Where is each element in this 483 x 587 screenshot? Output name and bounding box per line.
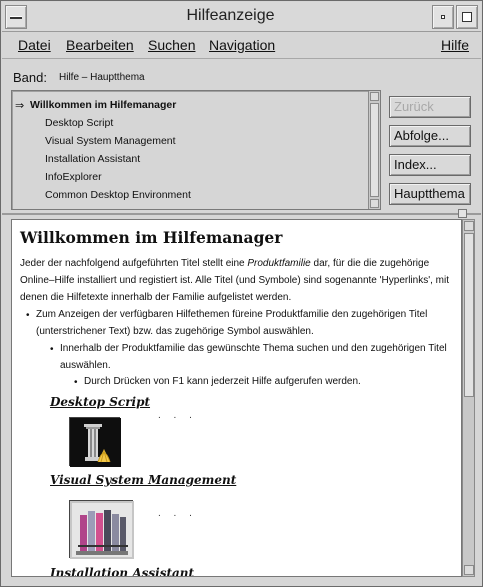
pane-sash-handle[interactable] <box>458 209 467 218</box>
link-visual-system-management[interactable]: Visual System Management <box>50 473 236 487</box>
intro-text-1: Jeder der nachfolgend aufgeführten Titel… <box>20 258 248 269</box>
minimize-icon <box>441 15 445 19</box>
scroll-down-arrow-icon[interactable] <box>370 199 379 208</box>
window-menu-icon <box>10 15 22 19</box>
title-bar[interactable]: Hilfeanzeige <box>2 2 481 32</box>
content-heading: Willkommen im Hilfemanager <box>20 228 283 247</box>
window-menu-button[interactable] <box>5 5 27 29</box>
topic-list-scroll-thumb[interactable] <box>370 103 379 197</box>
topic-item-visual-system-management[interactable]: Visual System Management <box>45 135 176 147</box>
visual-system-management-books-icon[interactable] <box>69 500 134 559</box>
scroll-up-arrow-icon[interactable] <box>370 92 379 101</box>
menu-bearbeiten[interactable]: Bearbeiten <box>66 37 134 53</box>
bullet-text-3: Durch Drücken von F1 kann jederzeit Hilf… <box>84 376 361 387</box>
link-installation-assistant[interactable]: Installation Assistant <box>50 566 194 576</box>
content-scroll-thumb[interactable] <box>464 233 474 397</box>
bullet-icon: • <box>50 344 54 355</box>
topic-list[interactable]: ⇒ Willkommen im Hilfemanager Desktop Scr… <box>11 90 381 210</box>
topic-item-infoexplorer[interactable]: InfoExplorer <box>45 171 102 183</box>
zurueck-button[interactable]: Zurück <box>389 96 471 118</box>
maximize-button[interactable] <box>456 5 478 29</box>
menu-navigation[interactable]: Navigation <box>209 37 275 53</box>
band-value: Hilfe – Hauptthema <box>59 72 145 83</box>
bullet-icon: • <box>26 310 30 321</box>
topic-item-installation-assistant[interactable]: Installation Assistant <box>45 153 140 165</box>
current-topic-arrow-icon: ⇒ <box>15 100 25 112</box>
bullet-text-1: Zum Anzeigen der verfügbaren Hilfethemen… <box>36 309 428 337</box>
topic-list-scrollbar[interactable] <box>368 91 380 209</box>
hauptthema-button[interactable]: Hauptthema <box>389 183 471 205</box>
content-scrollbar[interactable] <box>462 219 475 577</box>
topic-item-willkommen[interactable]: Willkommen im Hilfemanager <box>30 99 176 111</box>
bullet-text-2: Innerhalb der Produktfamilie das gewünsc… <box>60 343 447 371</box>
minimize-button[interactable] <box>432 5 454 29</box>
scroll-up-arrow-icon[interactable] <box>464 221 474 231</box>
intro-emphasis: Produktfamilie <box>247 258 311 269</box>
help-content-pane: Willkommen im Hilfemanager Jeder der nac… <box>11 219 462 577</box>
menu-bar: Datei Bearbeiten Suchen Navigation Hilfe <box>2 33 481 59</box>
topic-item-desktop-script[interactable]: Desktop Script <box>45 117 113 129</box>
desktop-script-column-shell-icon[interactable] <box>69 417 121 467</box>
link-ellipsis: . . . <box>158 508 197 519</box>
abfolge-button[interactable]: Abfolge... <box>389 125 471 147</box>
intro-paragraph: Jeder der nachfolgend aufgeführten Titel… <box>20 255 456 306</box>
menu-suchen[interactable]: Suchen <box>148 37 195 53</box>
link-ellipsis: . . . <box>158 410 197 421</box>
index-button[interactable]: Index... <box>389 154 471 176</box>
link-desktop-script[interactable]: Desktop Script <box>50 395 150 409</box>
help-viewer-window: Hilfeanzeige Datei Bearbeiten Suchen Nav… <box>0 0 483 587</box>
window-title: Hilfeanzeige <box>186 7 275 24</box>
topic-item-common-desktop-environment[interactable]: Common Desktop Environment <box>45 189 191 201</box>
menu-datei[interactable]: Datei <box>18 37 51 53</box>
bullet-icon: • <box>74 377 78 388</box>
band-label: Band: <box>13 70 47 85</box>
menu-hilfe[interactable]: Hilfe <box>441 37 469 53</box>
maximize-icon <box>462 12 472 22</box>
pane-divider <box>2 213 481 215</box>
scroll-down-arrow-icon[interactable] <box>464 565 474 575</box>
